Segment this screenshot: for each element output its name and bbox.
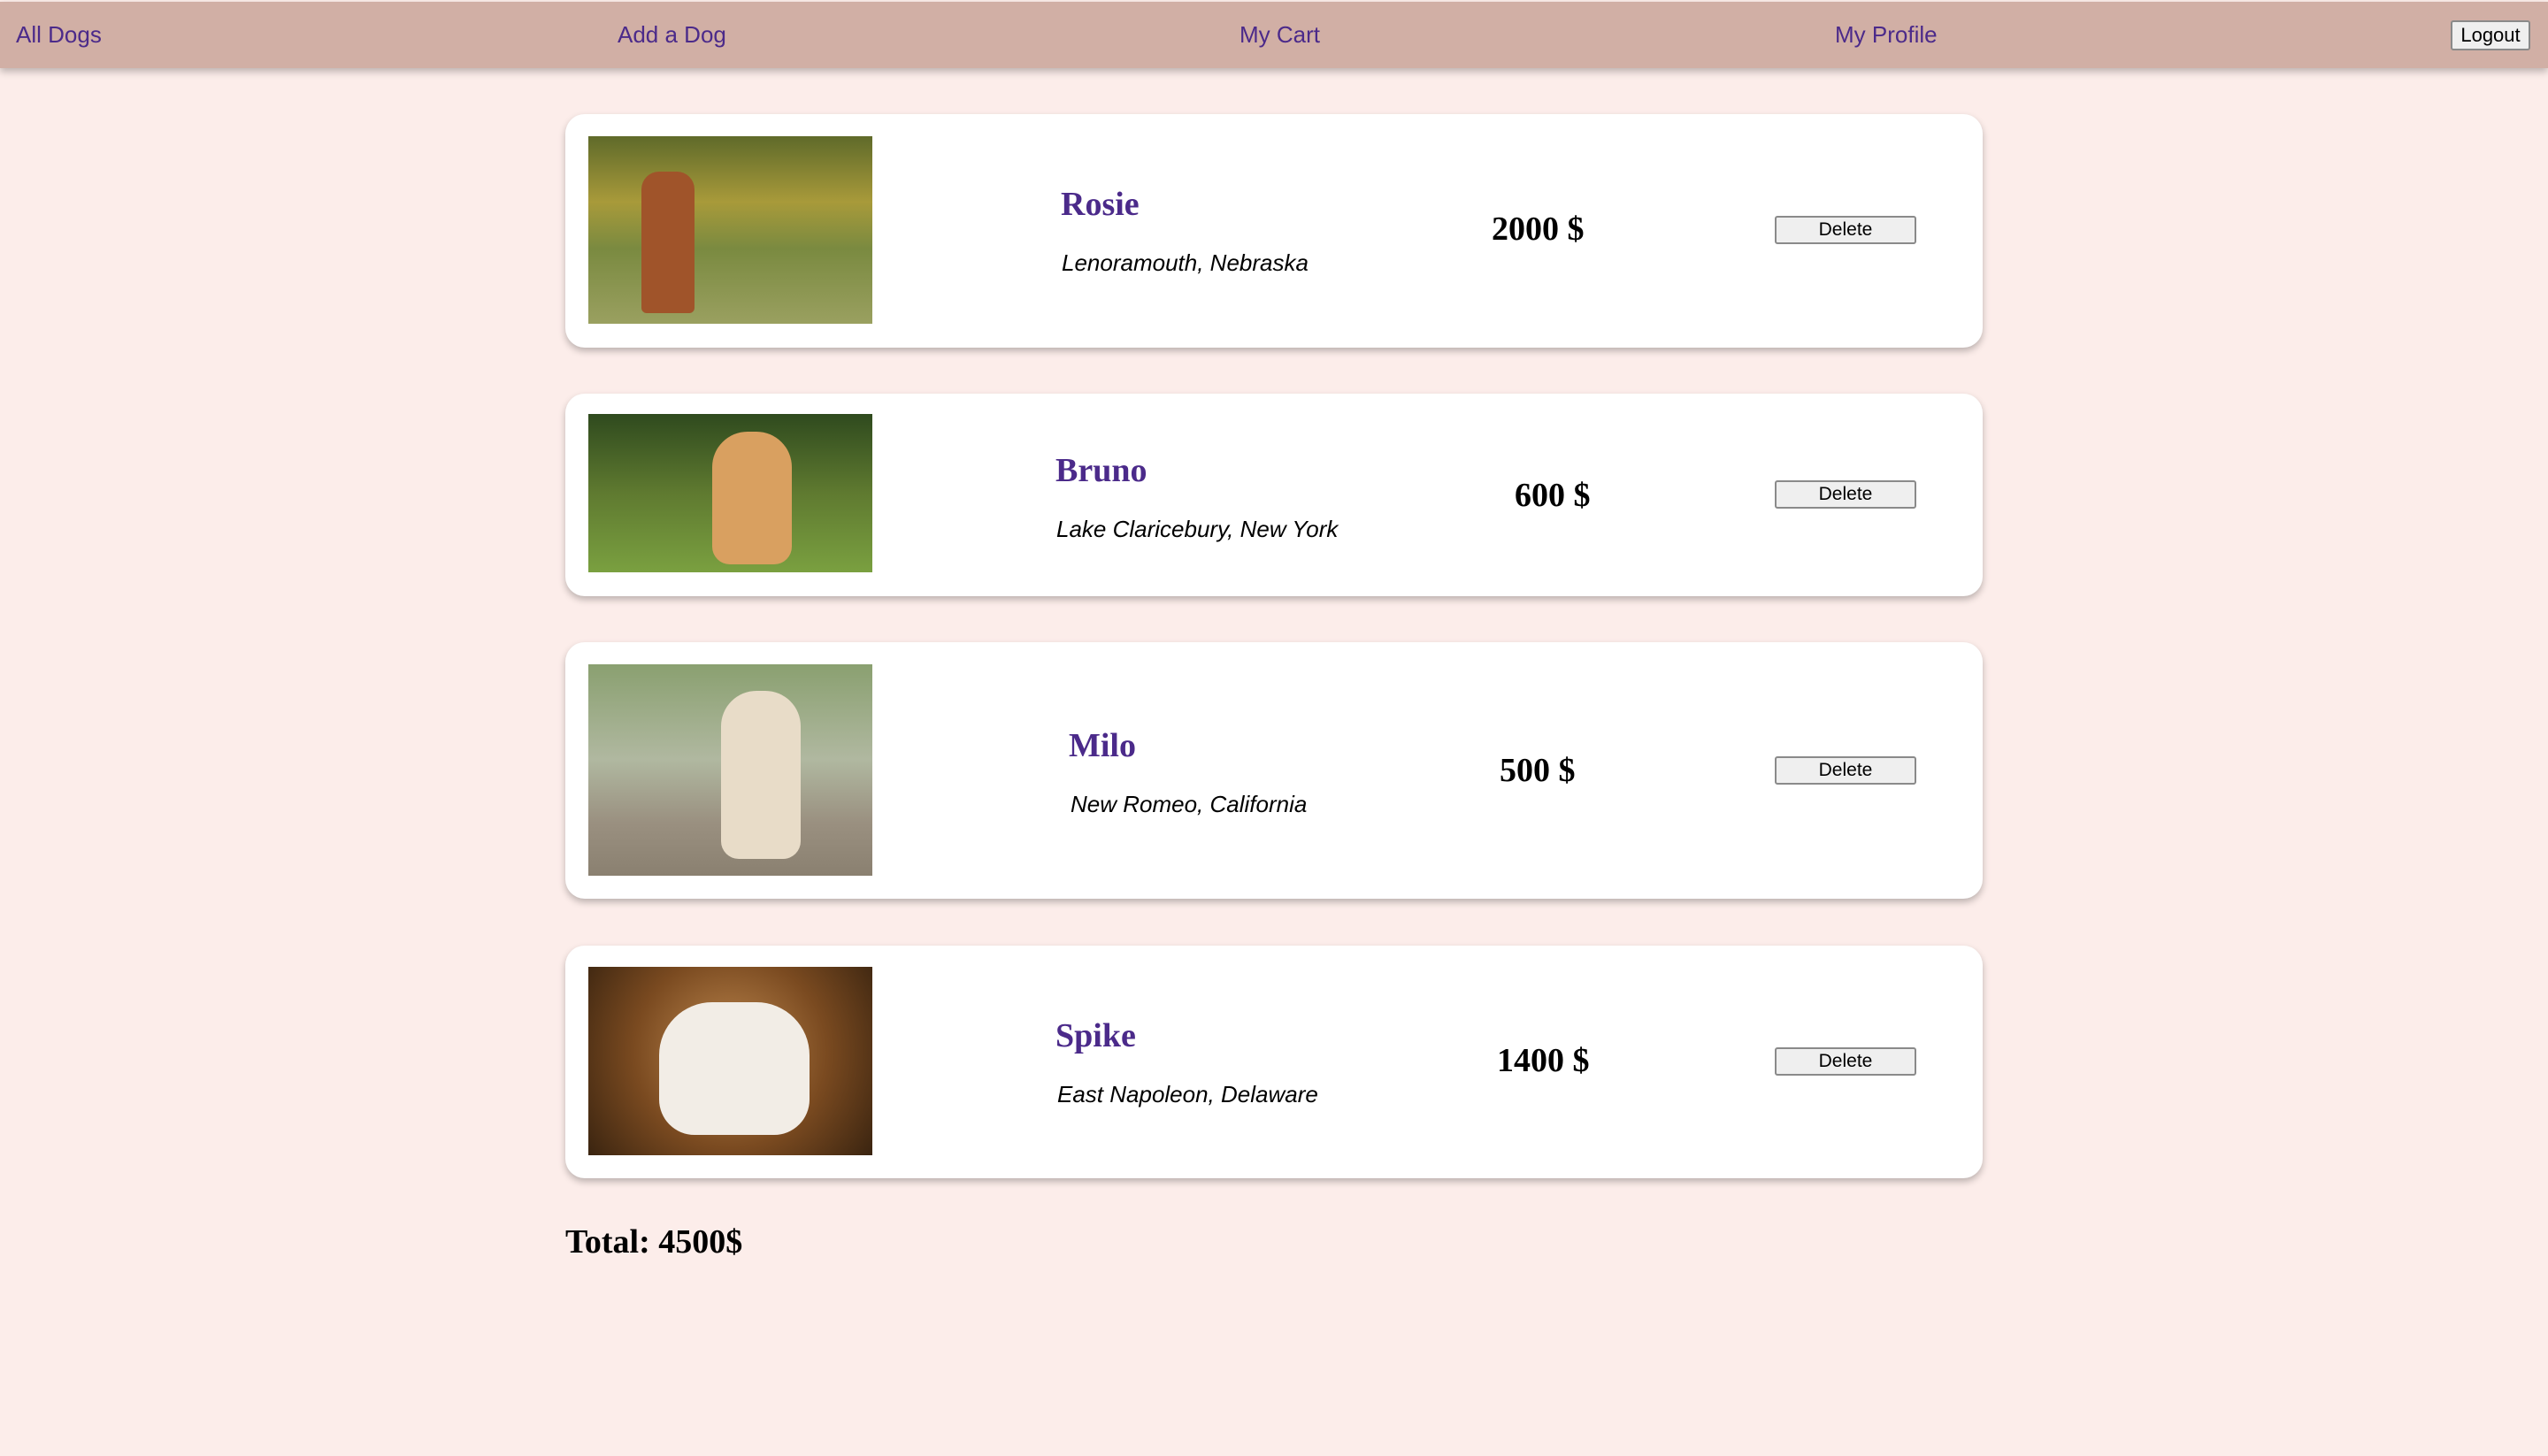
dog-image: [588, 664, 872, 876]
cart-item: Bruno Lake Claricebury, New York 600 $ D…: [565, 394, 1983, 596]
dog-location: Lake Claricebury, New York: [1056, 516, 1339, 542]
delete-button[interactable]: Delete: [1775, 480, 1916, 509]
dog-location: New Romeo, California: [1071, 791, 1308, 817]
dog-price: 500 $: [1500, 752, 1576, 789]
dog-image: [588, 414, 872, 572]
dog-name: Bruno: [1055, 452, 1147, 489]
dog-name: Spike: [1055, 1017, 1136, 1054]
dog-location: Lenoramouth, Nebraska: [1062, 249, 1309, 276]
nav-add-dog[interactable]: Add a Dog: [618, 21, 726, 49]
cart-item: Milo New Romeo, California 500 $ Delete: [565, 642, 1983, 899]
cart-item: Spike East Napoleon, Delaware 1400 $ Del…: [565, 946, 1983, 1178]
dog-price: 600 $: [1515, 477, 1591, 514]
dog-name: Milo: [1069, 727, 1136, 764]
dog-price: 2000 $: [1492, 211, 1585, 248]
dog-price: 1400 $: [1497, 1042, 1590, 1079]
delete-button[interactable]: Delete: [1775, 756, 1916, 785]
cart-item: Rosie Lenoramouth, Nebraska 2000 $ Delet…: [565, 114, 1983, 348]
delete-button[interactable]: Delete: [1775, 216, 1916, 244]
dog-name: Rosie: [1061, 186, 1140, 223]
nav-all-dogs[interactable]: All Dogs: [16, 21, 102, 49]
nav-my-profile[interactable]: My Profile: [1835, 21, 1938, 49]
logout-button[interactable]: Logout: [2451, 20, 2530, 50]
top-navbar: All Dogs Add a Dog My Cart My Profile Lo…: [0, 2, 2548, 68]
dog-image: [588, 967, 872, 1155]
dog-image: [588, 136, 872, 324]
delete-button[interactable]: Delete: [1775, 1047, 1916, 1076]
dog-location: East Napoleon, Delaware: [1057, 1081, 1318, 1107]
nav-my-cart[interactable]: My Cart: [1239, 21, 1320, 49]
cart-total: Total: 4500$: [565, 1223, 743, 1261]
